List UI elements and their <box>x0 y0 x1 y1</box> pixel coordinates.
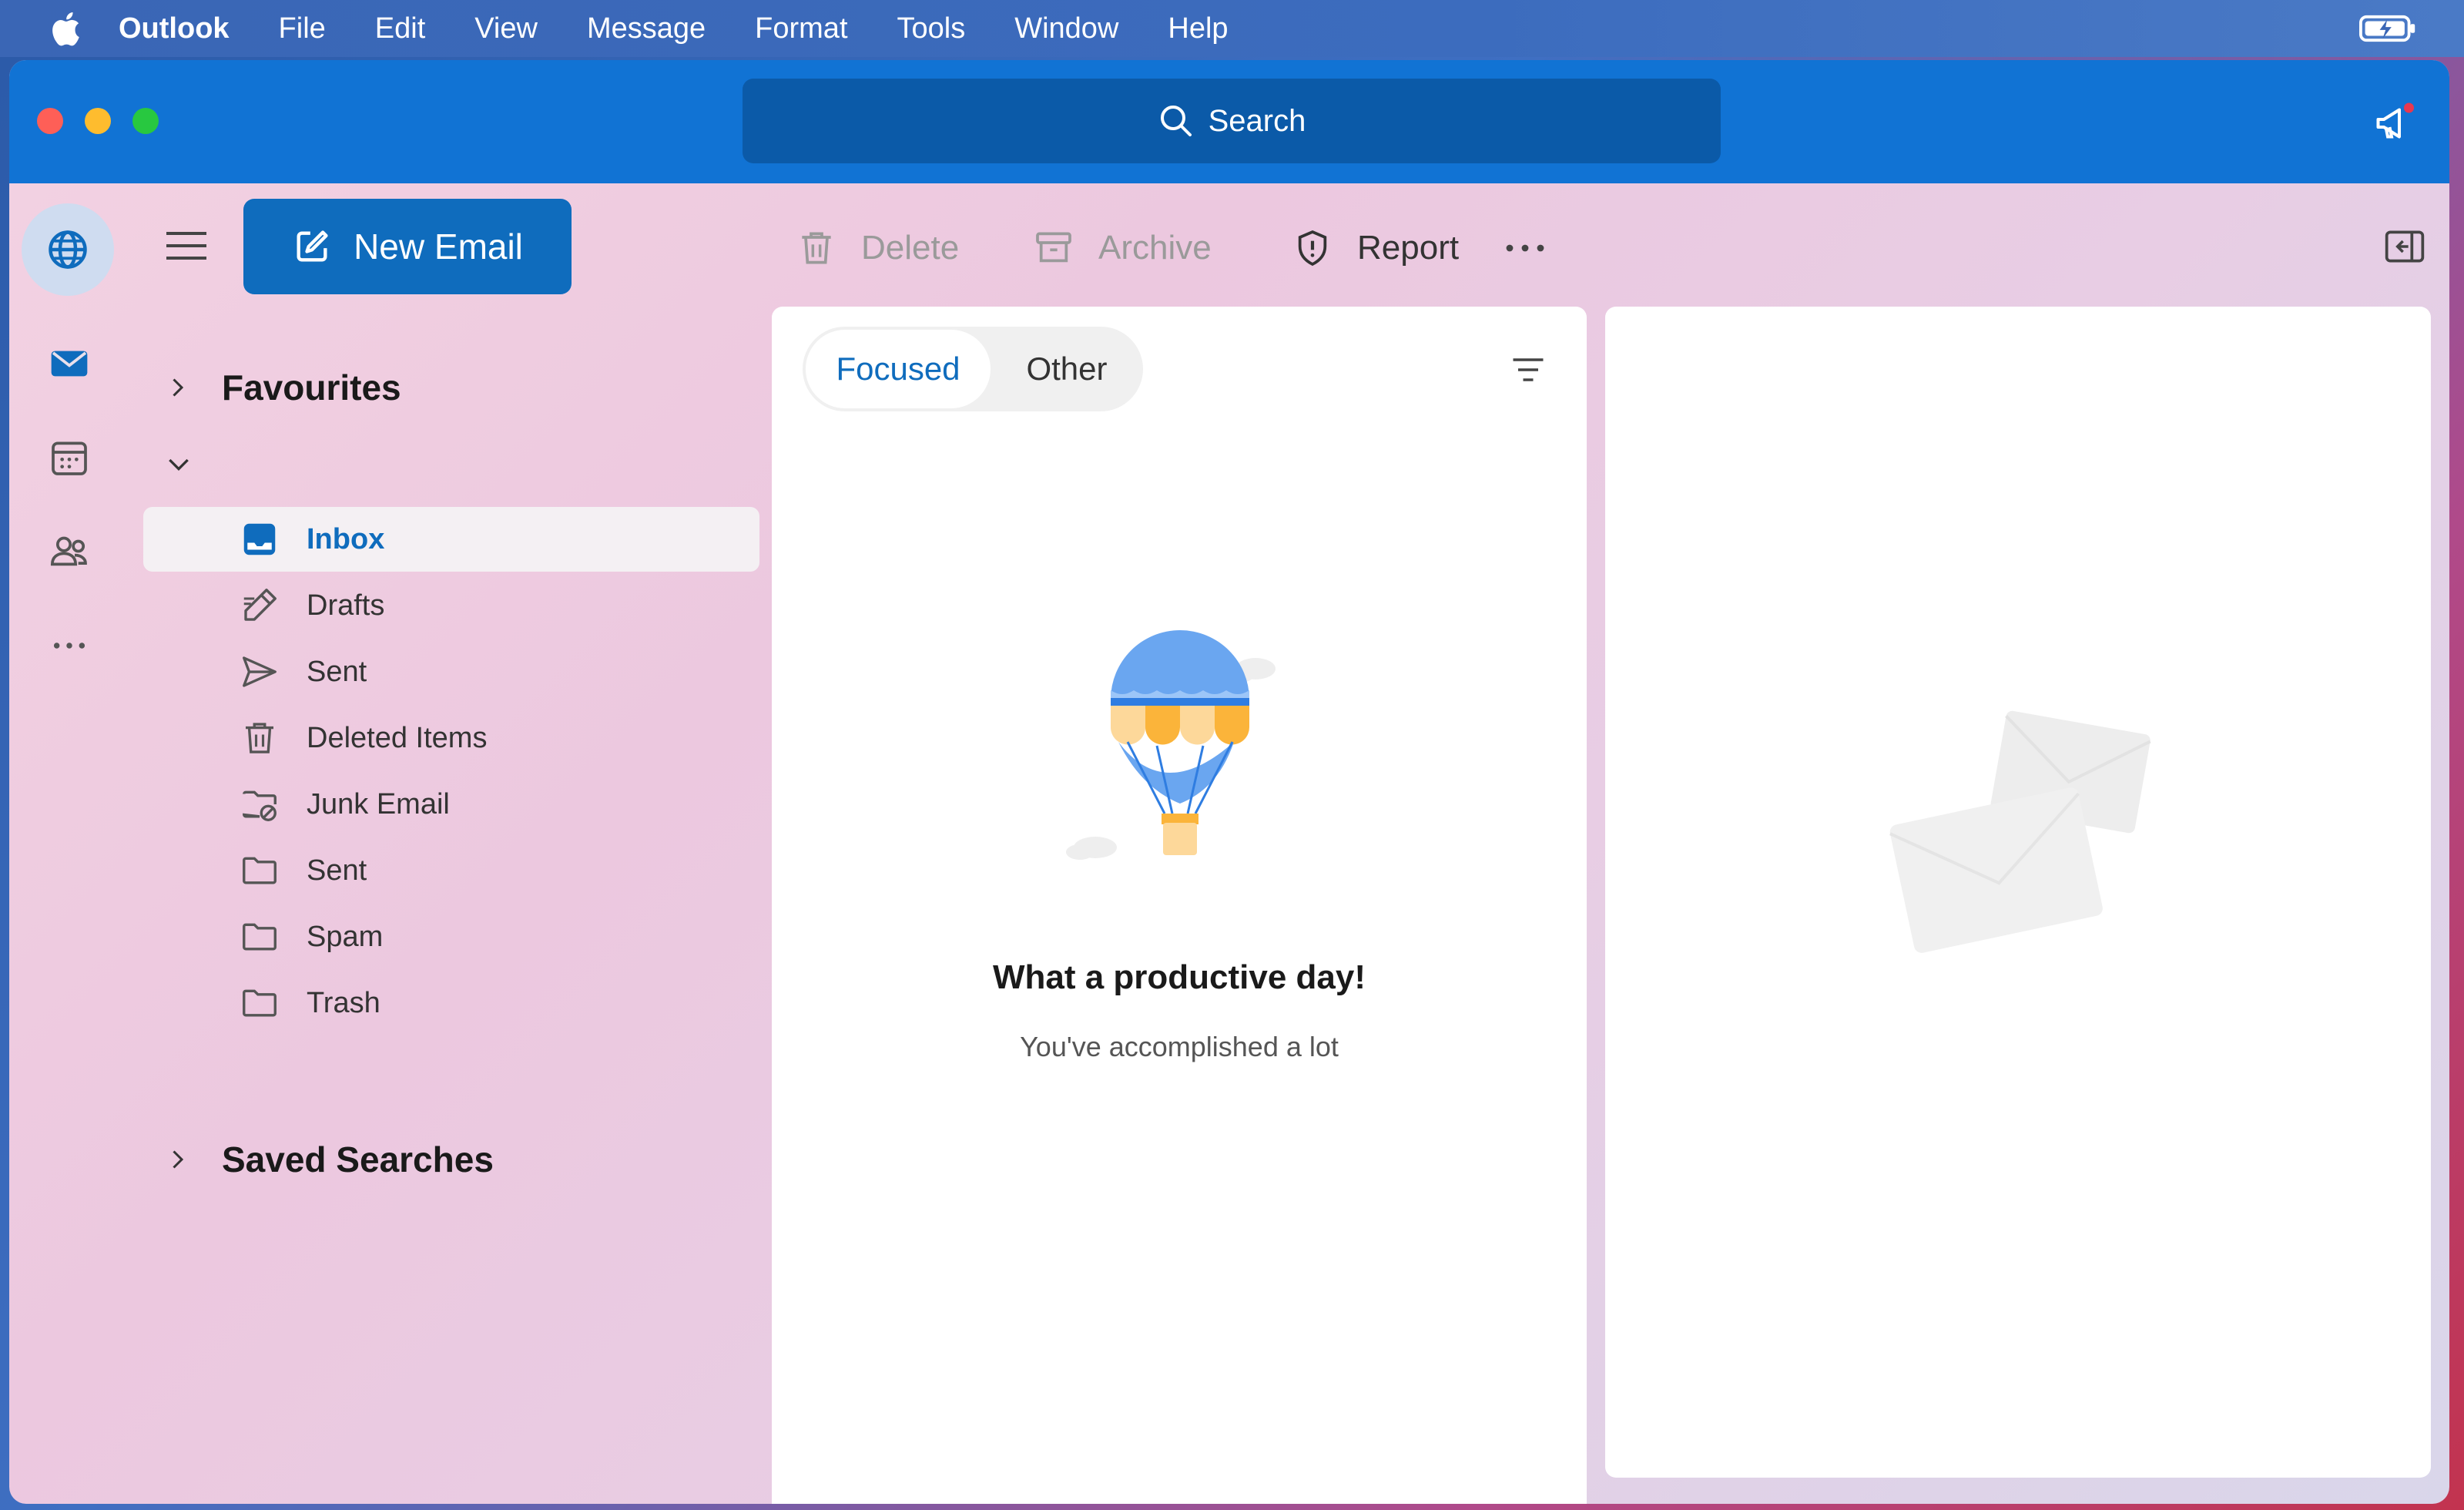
archive-icon <box>1036 232 1071 263</box>
folder-icon <box>243 923 277 951</box>
junk-folder-icon <box>243 790 277 821</box>
search-icon <box>1160 106 1192 136</box>
folder-label: Drafts <box>307 589 385 622</box>
pencil-icon <box>243 589 277 621</box>
chevron-down-icon[interactable] <box>163 448 194 479</box>
focused-other-pivot: Focused Other <box>803 327 1143 411</box>
empty-state-subtitle: You've accomplished a lot <box>1020 1031 1339 1062</box>
mail-icon[interactable] <box>48 342 91 385</box>
folder-spam[interactable]: Spam <box>143 904 759 969</box>
message-list: Focused Other What a productive day! You… <box>772 307 1587 1504</box>
megaphone-icon[interactable] <box>2372 100 2419 146</box>
chevron-right-icon <box>173 378 184 397</box>
folder-label: Trash <box>307 986 380 1019</box>
minimize-window-button[interactable] <box>85 108 111 134</box>
reading-pane <box>1605 307 2431 1478</box>
folder-label: Inbox <box>307 522 385 555</box>
hot-air-balloon-illustration <box>1066 630 1276 860</box>
archive-label: Archive <box>1098 229 1212 267</box>
title-bar: Search <box>9 60 2449 183</box>
folder-deleted-items[interactable]: Deleted Items <box>143 706 759 770</box>
folder-inbox[interactable]: Inbox <box>143 507 759 572</box>
favourites-label: Favourites <box>222 367 401 408</box>
folder-label: Sent <box>307 854 367 887</box>
folder-sent-imap[interactable]: Sent <box>143 838 759 903</box>
hamburger-menu-icon[interactable] <box>163 226 210 265</box>
menu-bar: Outlook File Edit View Message Format To… <box>0 0 2464 57</box>
zoom-window-button[interactable] <box>132 108 159 134</box>
chevron-right-icon <box>173 1150 184 1169</box>
filter-icon[interactable] <box>1508 350 1548 390</box>
folder-label: Spam <box>307 920 384 953</box>
new-email-button[interactable]: New Email <box>243 199 572 294</box>
folder-drafts[interactable]: Drafts <box>143 573 759 638</box>
more-apps-icon[interactable] <box>48 624 91 667</box>
report-label: Report <box>1357 229 1460 267</box>
envelopes-illustration <box>1889 710 2151 953</box>
calendar-icon[interactable] <box>48 436 91 479</box>
delete-label: Delete <box>861 229 960 267</box>
compose-icon <box>297 230 328 262</box>
saved-searches-label: Saved Searches <box>222 1139 494 1179</box>
close-window-button[interactable] <box>37 108 63 134</box>
people-icon[interactable] <box>48 530 91 573</box>
menu-tools[interactable]: Tools <box>897 12 966 45</box>
trash-icon <box>802 232 831 264</box>
menu-help[interactable]: Help <box>1168 12 1228 45</box>
folder-icon <box>243 857 277 884</box>
menu-app-name[interactable]: Outlook <box>119 12 230 45</box>
folder-label: Junk Email <box>307 787 450 820</box>
toggle-pane-icon[interactable] <box>2383 225 2426 268</box>
menu-format[interactable]: Format <box>755 12 847 45</box>
send-icon <box>243 656 277 687</box>
favourites-section[interactable]: Favourites <box>163 367 401 408</box>
menu-view[interactable]: View <box>474 12 538 45</box>
folder-icon <box>243 989 277 1017</box>
app-rail <box>9 183 128 1504</box>
folder-sent[interactable]: Sent <box>143 639 759 704</box>
tab-other[interactable]: Other <box>994 330 1140 408</box>
folder-trash[interactable]: Trash <box>143 971 759 1035</box>
archive-button[interactable]: Archive <box>1032 217 1212 279</box>
search-label: Search <box>1208 103 1306 138</box>
folder-junk-email[interactable]: Junk Email <box>143 772 759 837</box>
delete-button[interactable]: Delete <box>795 217 959 279</box>
new-email-label: New Email <box>354 226 523 267</box>
folder-label: Sent <box>307 655 367 688</box>
apple-icon[interactable] <box>48 8 88 49</box>
report-button[interactable]: Report <box>1291 217 1459 279</box>
account-globe-button[interactable] <box>22 203 114 296</box>
more-actions-icon[interactable] <box>1504 233 1547 263</box>
menu-message[interactable]: Message <box>587 12 706 45</box>
tab-focused[interactable]: Focused <box>806 330 991 408</box>
trash-icon <box>246 723 273 753</box>
search-bar[interactable]: Search <box>743 79 1721 163</box>
shield-icon <box>1298 230 1327 267</box>
saved-searches-section[interactable]: Saved Searches <box>163 1139 494 1180</box>
folder-label: Deleted Items <box>307 721 488 754</box>
menu-window[interactable]: Window <box>1014 12 1118 45</box>
menu-edit[interactable]: Edit <box>375 12 425 45</box>
inbox-icon <box>243 523 276 555</box>
menu-file[interactable]: File <box>279 12 326 45</box>
globe-icon <box>49 230 87 269</box>
outlook-window: Search New Email Delete Archive Report F… <box>9 60 2449 1504</box>
battery-icon[interactable] <box>2358 14 2419 43</box>
empty-state-title: What a productive day! <box>992 958 1366 996</box>
